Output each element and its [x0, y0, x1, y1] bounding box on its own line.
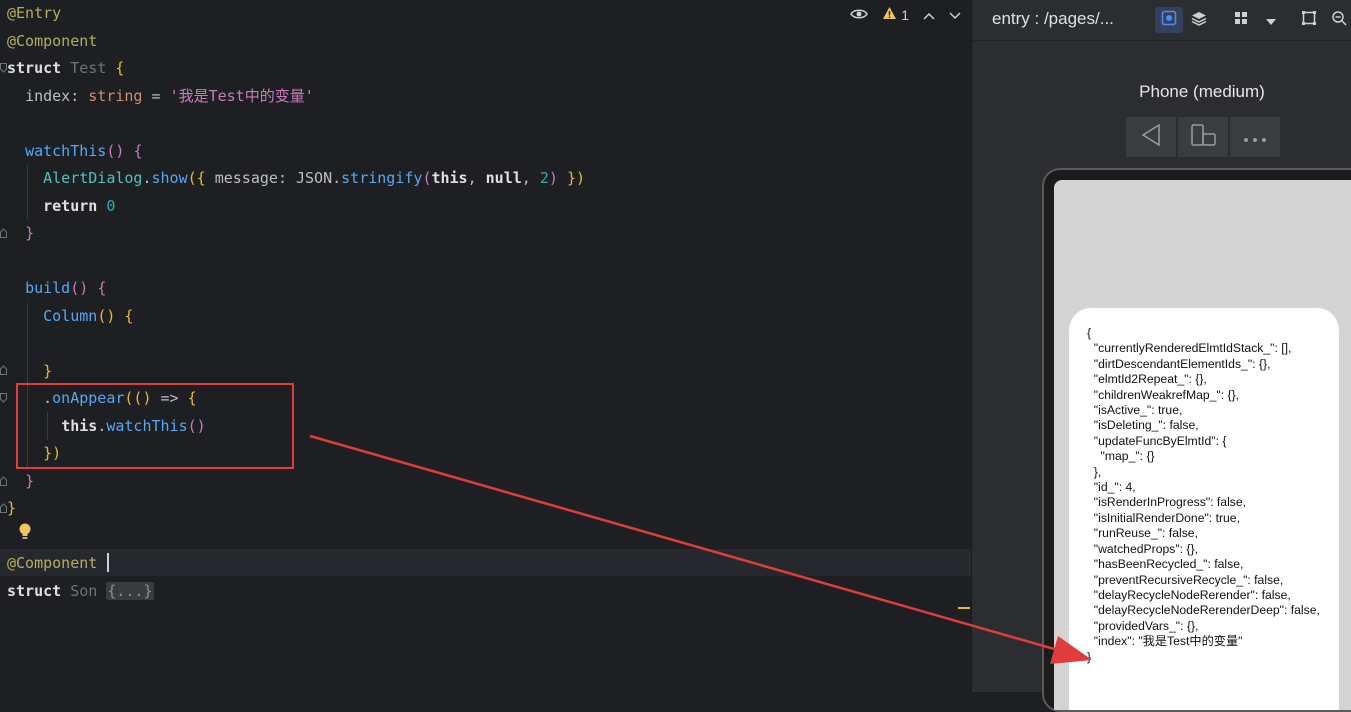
layers-icon — [1191, 10, 1207, 30]
view-dropdown-button[interactable] — [1257, 7, 1285, 33]
previewer-title: entry : /pages/... — [992, 9, 1114, 28]
back-triangle-icon — [1141, 123, 1161, 150]
text-caret — [107, 553, 109, 572]
keyword: struct — [7, 59, 62, 77]
alert-dialog-message: { "currentlyRenderedElmtIdStack_": [], "… — [1087, 326, 1320, 664]
device-name-label: Phone (medium) — [1139, 82, 1265, 101]
code-editor[interactable]: @Entry @Component struct Test { index: s… — [0, 0, 971, 692]
struct-name: Test — [70, 59, 107, 77]
more-dots-icon — [1243, 128, 1267, 147]
code-line[interactable]: struct Son {...} — [7, 578, 154, 605]
code-line[interactable]: watchThis() { — [7, 138, 142, 165]
more-options-button[interactable] — [1230, 117, 1280, 157]
previewer-header: entry : /pages/... — [972, 0, 1351, 41]
back-button[interactable] — [1126, 117, 1176, 157]
keyword: null — [485, 169, 522, 187]
code-line[interactable]: AlertDialog.show({ message: JSON.stringi… — [7, 165, 585, 192]
eye-icon[interactable] — [850, 7, 869, 23]
function-name: build — [25, 279, 71, 297]
code-line[interactable]: index: string = '我是Test中的变量' — [7, 83, 314, 110]
method-name: show — [151, 169, 188, 187]
current-line-highlight — [0, 549, 971, 576]
scrollbar-marker — [958, 607, 970, 609]
property-name: index — [25, 87, 71, 105]
decorator: @Entry — [7, 4, 62, 22]
string-literal: '我是Test中的变量' — [169, 87, 314, 105]
fit-screen-button[interactable] — [1295, 7, 1323, 33]
collapsed-region[interactable]: {...} — [106, 582, 154, 600]
code-line[interactable]: @Component — [7, 28, 97, 55]
number-literal: 2 — [539, 169, 549, 187]
code-line[interactable]: struct Test { — [7, 55, 124, 82]
phone-frame: { "currentlyRenderedElmtIdStack_": [], "… — [1042, 168, 1351, 712]
object-key: message — [214, 169, 278, 187]
decorator: @Component — [7, 32, 98, 50]
fold-marker-icon[interactable] — [0, 476, 7, 486]
frame-icon — [1301, 10, 1317, 30]
previewer-toolbar — [1155, 7, 1351, 33]
phone-screen[interactable]: { "currentlyRenderedElmtIdStack_": [], "… — [1054, 180, 1351, 710]
keyword: return — [43, 197, 98, 215]
warning-count: 1 — [901, 6, 909, 23]
function-name: watchThis — [25, 142, 107, 160]
chevron-up-icon[interactable] — [923, 7, 935, 23]
code-line[interactable]: @Component — [7, 550, 97, 577]
editor-inspection-widget: 1 — [850, 6, 961, 23]
zoom-out-button[interactable] — [1325, 7, 1351, 33]
grid-icon — [1233, 10, 1249, 30]
inspector-icon — [1161, 10, 1177, 30]
keyword: struct — [7, 582, 62, 600]
zoom-out-icon — [1331, 10, 1347, 30]
keyword: this — [431, 169, 468, 187]
alert-dialog[interactable]: { "currentlyRenderedElmtIdStack_": [], "… — [1069, 308, 1339, 710]
decorator: @Component — [7, 554, 98, 572]
fold-marker-icon[interactable] — [0, 63, 7, 73]
rotate-device-icon — [1190, 124, 1216, 150]
annotation-highlight-box — [16, 383, 294, 469]
rotate-device-button[interactable] — [1178, 117, 1228, 157]
code-line[interactable]: Column() { — [7, 303, 133, 330]
caret-down-icon — [1265, 11, 1277, 30]
grid-view-button[interactable] — [1227, 7, 1255, 33]
number-literal: 0 — [106, 197, 116, 215]
code-line[interactable]: } — [7, 220, 34, 247]
fold-marker-icon[interactable] — [0, 228, 7, 238]
code-line[interactable]: build() { — [7, 275, 106, 302]
fold-marker-icon[interactable] — [0, 365, 7, 375]
fold-marker-icon[interactable] — [0, 393, 7, 403]
lightbulb-icon[interactable] — [18, 523, 32, 545]
type-name: string — [88, 87, 143, 105]
method-name: stringify — [341, 169, 423, 187]
struct-name: Son — [70, 582, 98, 600]
code-line[interactable]: } — [7, 358, 52, 385]
device-toolbar — [1126, 117, 1280, 157]
component-name: Column — [43, 307, 98, 325]
class-name: AlertDialog — [43, 169, 143, 187]
warning-icon — [882, 6, 897, 23]
previewer-panel: entry : /pages/... Phone (medium) {"cur… — [971, 0, 1351, 712]
layers-button[interactable] — [1185, 7, 1213, 33]
code-line[interactable]: @Entry — [7, 0, 61, 27]
code-line[interactable]: return 0 — [7, 193, 115, 220]
code-line[interactable]: } — [7, 495, 16, 522]
inspector-toggle-button[interactable] — [1155, 7, 1183, 33]
json-name: JSON — [296, 169, 333, 187]
chevron-down-icon[interactable] — [949, 7, 961, 23]
code-line[interactable]: } — [7, 468, 34, 495]
fold-marker-icon[interactable] — [0, 503, 7, 513]
warning-counter[interactable]: 1 — [882, 6, 909, 23]
